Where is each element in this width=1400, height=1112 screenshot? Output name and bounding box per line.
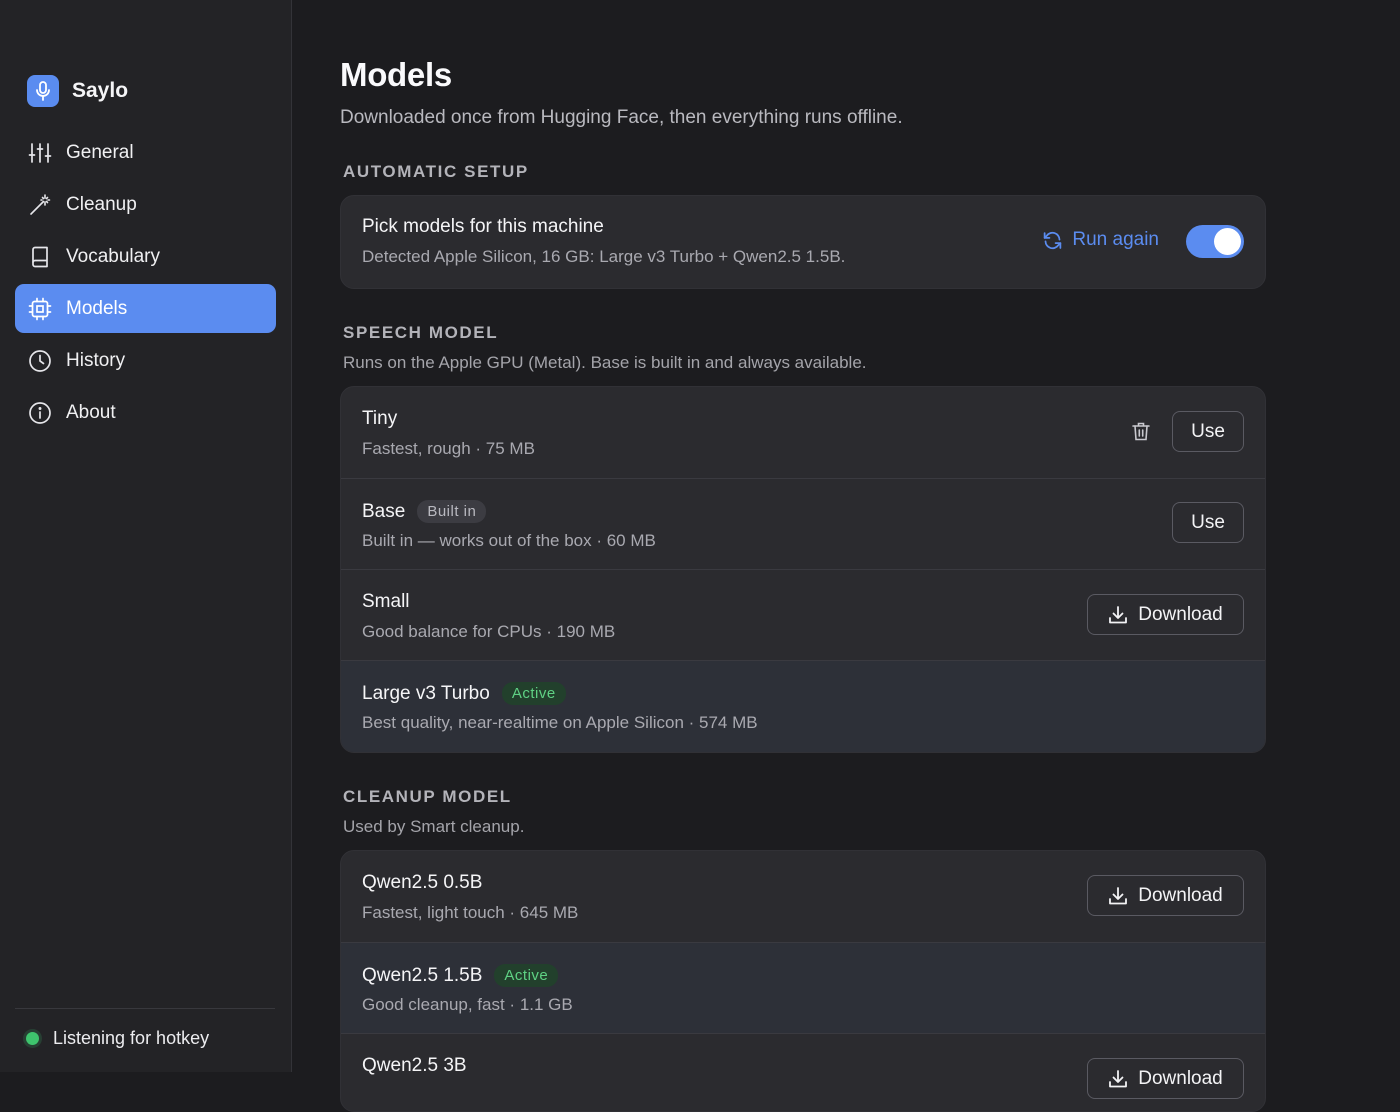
cpu-icon: [27, 296, 53, 322]
sidebar: Saylo General Cleanup Vocabulary Models …: [0, 0, 292, 1072]
clock-icon: [27, 348, 53, 374]
brand: Saylo: [27, 75, 128, 107]
sidebar-nav: General Cleanup Vocabulary Models Histor…: [15, 128, 276, 440]
model-row-qwen2-5-1-5b: Qwen2.5 1.5B Active Good cleanup, fast ·…: [341, 943, 1265, 1034]
use-button[interactable]: Use: [1172, 411, 1244, 452]
model-row-large-v3-turbo: Large v3 Turbo Active Best quality, near…: [341, 661, 1265, 752]
model-title: Small: [362, 591, 410, 613]
sidebar-item-label: General: [66, 141, 134, 163]
model-name: Base: [362, 500, 406, 522]
model-title: Qwen2.5 3B: [362, 1055, 467, 1077]
download-icon: [1108, 886, 1128, 906]
model-detail: Fastest, light touch · 645 MB: [362, 903, 579, 922]
active-badge: Active: [494, 964, 559, 987]
model-name: Qwen2.5 1.5B: [362, 964, 483, 986]
cleanup-model-description: Used by Smart cleanup.: [343, 817, 525, 836]
sidebar-item-cleanup[interactable]: Cleanup: [15, 180, 276, 229]
section-label-speech-model: SPEECH MODEL: [343, 323, 499, 342]
section-label-cleanup-model: CLEANUP MODEL: [343, 787, 512, 806]
status-label: Listening for hotkey: [53, 1028, 210, 1048]
model-detail: Fastest, rough · 75 MB: [362, 439, 535, 458]
automatic-setup-card: Pick models for this machine Detected Ap…: [340, 195, 1266, 289]
refresh-icon: [1042, 230, 1063, 251]
auto-setup-toggle[interactable]: [1186, 225, 1244, 258]
run-again-label: Run again: [1072, 229, 1159, 250]
microphone-icon: [27, 75, 59, 107]
download-icon: [1108, 605, 1128, 625]
page-subtitle: Downloaded once from Hugging Face, then …: [340, 107, 903, 128]
active-badge: Active: [501, 682, 566, 705]
sidebar-item-history[interactable]: History: [15, 336, 276, 385]
section-label-automatic-setup: AUTOMATIC SETUP: [343, 162, 529, 181]
model-name: Qwen2.5 0.5B: [362, 872, 483, 893]
trash-icon[interactable]: [1131, 421, 1151, 447]
model-detail: Good cleanup, fast · 1.1 GB: [362, 995, 573, 1014]
download-label: Download: [1138, 603, 1223, 625]
model-title: Tiny: [362, 408, 397, 430]
status-indicator: [26, 1032, 39, 1045]
run-again-button[interactable]: Run again: [1042, 229, 1159, 251]
model-name: Small: [362, 591, 410, 612]
model-row-qwen2-5-3b: Qwen2.5 3B Download: [341, 1034, 1265, 1111]
sidebar-item-label: History: [66, 349, 126, 371]
sidebar-item-about[interactable]: About: [15, 388, 276, 437]
sliders-icon: [27, 140, 53, 166]
model-row-small: Small Good balance for CPUs · 190 MB Dow…: [341, 570, 1265, 661]
model-name: Large v3 Turbo: [362, 682, 490, 704]
download-button[interactable]: Download: [1087, 594, 1244, 635]
use-button[interactable]: Use: [1172, 502, 1244, 543]
model-row-qwen2-5-0-5b: Qwen2.5 0.5B Fastest, light touch · 645 …: [341, 851, 1265, 943]
sidebar-divider: [15, 1008, 275, 1009]
page-title: Models: [340, 56, 452, 93]
cleanup-model-list: Qwen2.5 0.5B Fastest, light touch · 645 …: [340, 850, 1266, 1112]
magic-wand-icon: [27, 192, 53, 218]
automatic-setup-row: Pick models for this machine Detected Ap…: [341, 196, 1265, 288]
model-detail: Good balance for CPUs · 190 MB: [362, 622, 616, 641]
model-name: Qwen2.5 3B: [362, 1055, 467, 1076]
download-button[interactable]: Download: [1087, 1058, 1244, 1099]
download-label: Download: [1138, 1067, 1223, 1089]
sidebar-item-label: Vocabulary: [66, 245, 161, 267]
download-label: Download: [1138, 884, 1223, 906]
model-title: Qwen2.5 0.5B: [362, 872, 482, 894]
model-name: Tiny: [362, 408, 398, 429]
toggle-knob: [1214, 228, 1241, 255]
sidebar-item-vocabulary[interactable]: Vocabulary: [15, 232, 276, 281]
built-in-badge: Built in: [417, 500, 487, 523]
model-row-base: Base Built in Built in — works out of th…: [341, 479, 1265, 570]
speech-model-description: Runs on the Apple GPU (Metal). Base is b…: [343, 353, 867, 372]
model-detail: Built in — works out of the box · 60 MB: [362, 531, 656, 550]
model-row-tiny: Tiny Fastest, rough · 75 MB Use: [341, 387, 1265, 479]
sidebar-item-general[interactable]: General: [15, 128, 276, 177]
speech-model-list: Tiny Fastest, rough · 75 MB Use Base Bui…: [340, 386, 1266, 753]
automatic-setup-description: Detected Apple Silicon, 16 GB: Large v3 …: [362, 247, 846, 266]
automatic-setup-title: Pick models for this machine: [362, 216, 604, 237]
app-name: Saylo: [72, 79, 129, 102]
sidebar-item-models[interactable]: Models: [15, 284, 276, 333]
hotkey-status: Listening for hotkey: [26, 1028, 209, 1049]
sidebar-item-label: Cleanup: [66, 193, 137, 215]
model-title: Qwen2.5 1.5B Active: [362, 964, 559, 987]
model-title: Large v3 Turbo Active: [362, 682, 566, 705]
sidebar-item-label: Models: [66, 297, 128, 319]
sidebar-item-label: About: [66, 401, 116, 423]
model-detail: Best quality, near-realtime on Apple Sil…: [362, 713, 758, 732]
download-button[interactable]: Download: [1087, 875, 1244, 916]
book-icon: [27, 244, 53, 270]
model-title: Base Built in: [362, 500, 487, 523]
info-icon: [27, 400, 53, 426]
